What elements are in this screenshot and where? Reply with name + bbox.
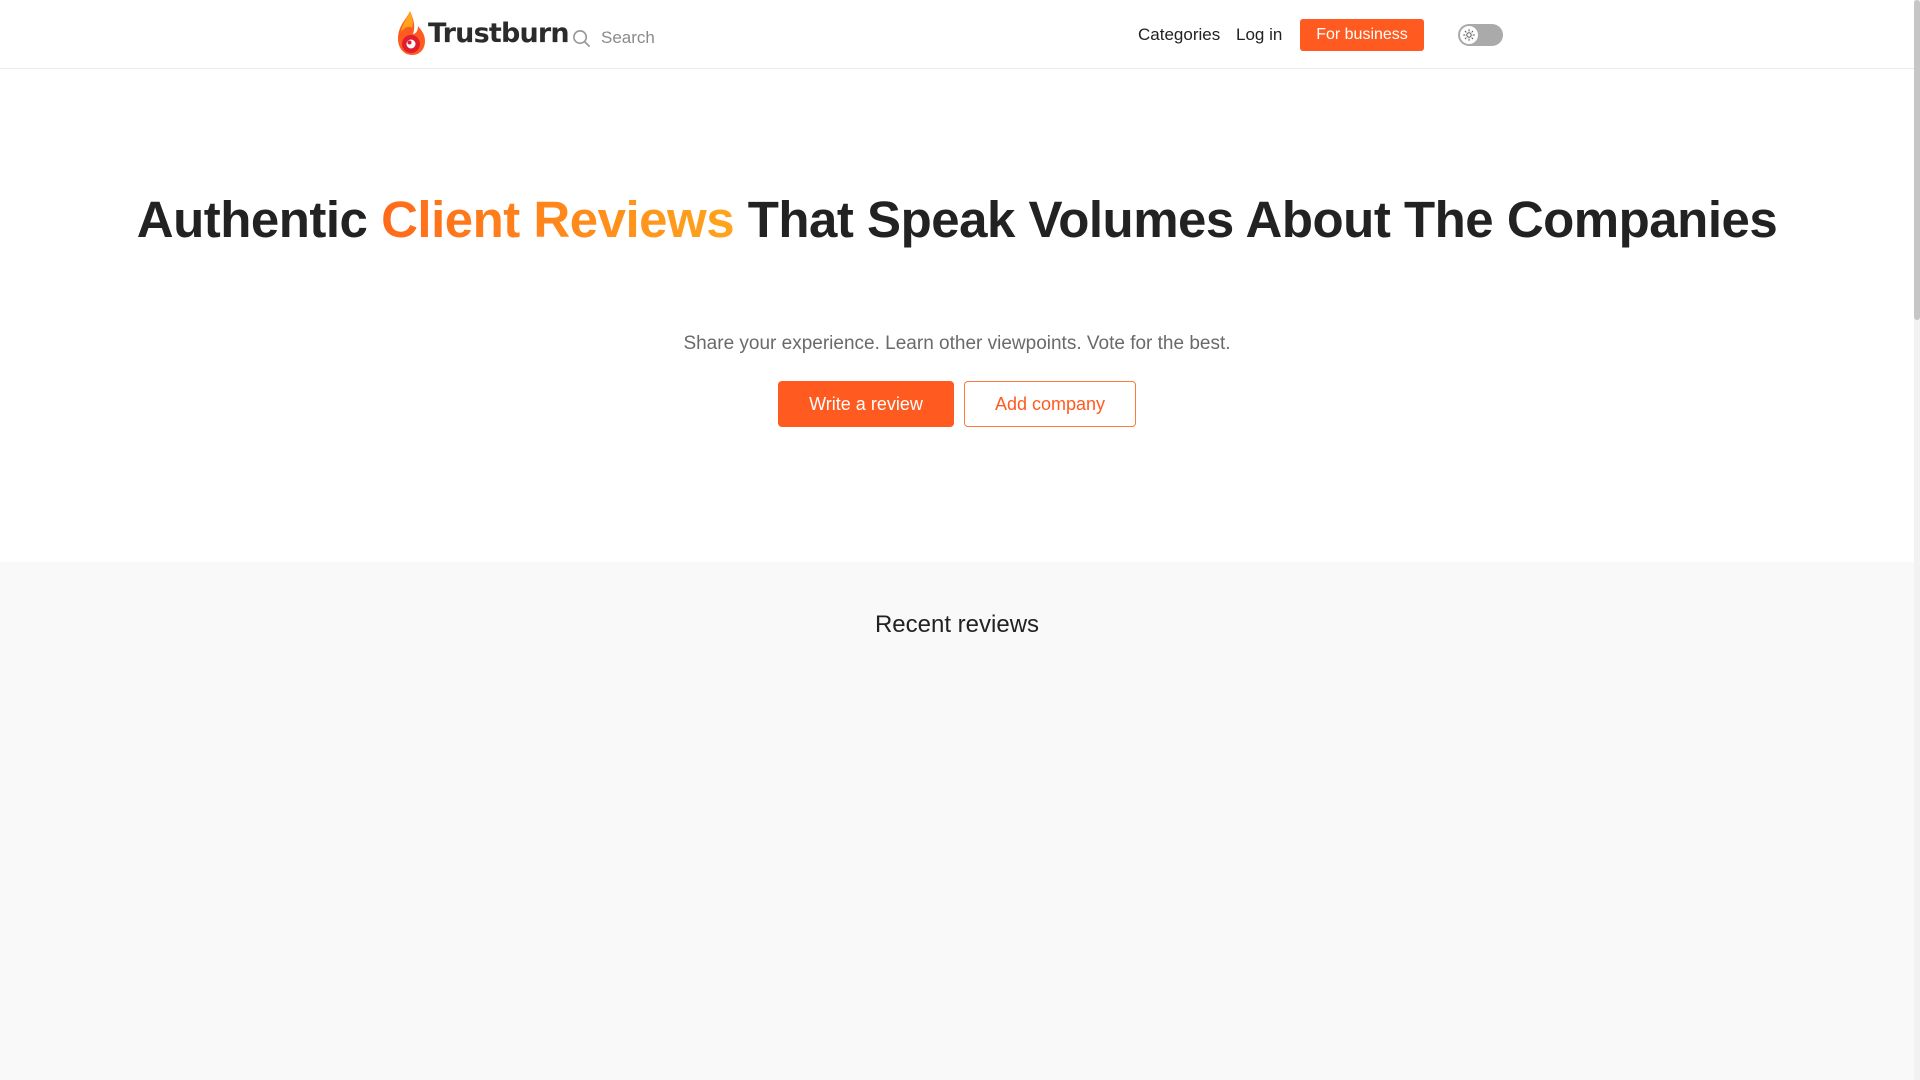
- page: Trustburn Categories Log in For business: [0, 0, 1920, 1080]
- page-scrollbar[interactable]: [1914, 0, 1920, 1080]
- hero-title-start: Authentic: [136, 191, 382, 248]
- hero-subtitle: Share your experience. Learn other viewp…: [683, 333, 1231, 354]
- sun-icon: [1463, 29, 1475, 41]
- theme-toggle[interactable]: [1458, 24, 1503, 46]
- recent-reviews-section: Recent reviews: [0, 562, 1914, 1080]
- hero-title: Authentic Client Reviews That Speak Volu…: [0, 188, 1914, 251]
- search-box: [572, 24, 801, 52]
- nav-categories-link[interactable]: Categories: [1138, 24, 1220, 45]
- top-header: Trustburn Categories Log in For business: [0, 0, 1914, 69]
- nav-login-link[interactable]: Log in: [1236, 24, 1282, 45]
- theme-toggle-knob: [1460, 26, 1478, 44]
- logo-text: Trustburn: [428, 17, 570, 49]
- search-input[interactable]: [601, 28, 801, 48]
- write-review-button[interactable]: Write a review: [778, 381, 954, 427]
- search-icon: [573, 29, 590, 47]
- scrollbar-thumb[interactable]: [1914, 0, 1920, 320]
- hero-title-end: That Speak Volumes About The Companies: [734, 191, 1778, 248]
- for-business-button[interactable]: For business: [1300, 19, 1424, 51]
- hero-section: Authentic Client Reviews That Speak Volu…: [0, 70, 1914, 562]
- recent-reviews-heading: Recent reviews: [874, 611, 1040, 638]
- hero-title-highlight: Client Reviews: [381, 191, 735, 248]
- flame-logo-icon: [398, 11, 425, 55]
- add-company-button[interactable]: Add company: [964, 381, 1136, 427]
- logo-link[interactable]: Trustburn: [396, 10, 570, 56]
